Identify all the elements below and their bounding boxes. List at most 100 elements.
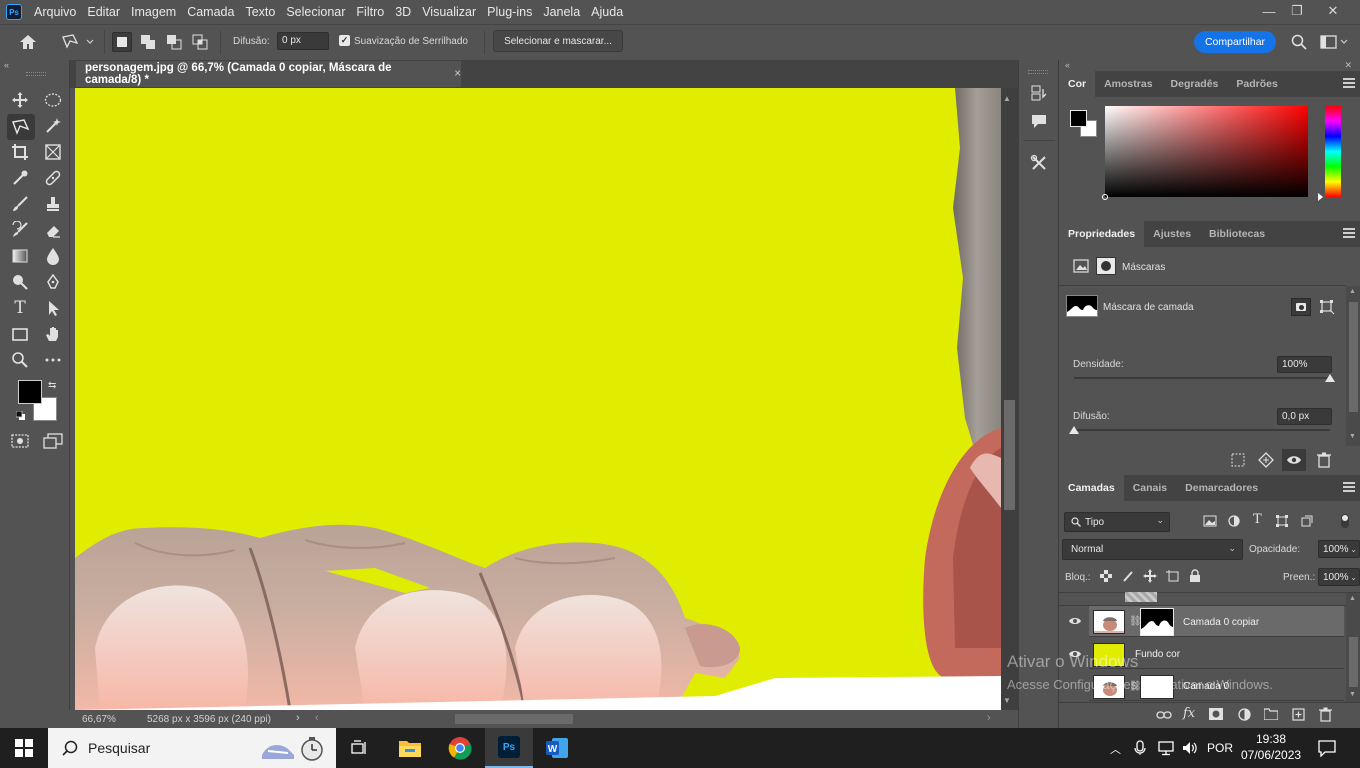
zoom-level[interactable]: 66,67% <box>82 714 116 725</box>
lock-image-pixels-icon[interactable] <box>1122 570 1134 585</box>
close-button[interactable]: ✕ <box>1316 0 1350 22</box>
layer-mask-thumbnail-row[interactable] <box>1140 608 1174 636</box>
add-to-selection-icon[interactable] <box>137 31 159 53</box>
share-button[interactable]: Compartilhar <box>1194 31 1276 53</box>
filter-pixel-layers-icon[interactable] <box>1203 515 1217 530</box>
tab-canais[interactable]: Canais <box>1124 475 1176 501</box>
status-menu-arrow-icon[interactable]: › <box>296 712 300 724</box>
zoom-tool-icon[interactable] <box>8 349 32 371</box>
new-layer-icon[interactable] <box>1292 708 1305 724</box>
scroll-up-icon[interactable]: ▲ <box>1003 94 1011 103</box>
collapse-right-panels-icon[interactable]: « <box>1065 60 1070 70</box>
menu-visualizar[interactable]: Visualizar <box>422 5 476 19</box>
vertical-scroll-thumb[interactable] <box>1004 400 1015 510</box>
task-view-icon[interactable] <box>336 728 384 768</box>
volume-icon[interactable] <box>1181 740 1199 759</box>
properties-panel-menu-icon[interactable] <box>1343 228 1355 240</box>
menu-plugins[interactable]: Plug-ins <box>487 5 532 19</box>
link-layers-icon[interactable] <box>1156 709 1172 724</box>
add-mask-icon[interactable] <box>1209 708 1223 723</box>
default-colors-icon[interactable] <box>15 410 26 424</box>
mask-properties-icon[interactable] <box>1096 257 1116 275</box>
swap-colors-icon[interactable]: ⇆ <box>48 380 56 391</box>
history-panel-icon[interactable] <box>1027 82 1051 104</box>
collapse-panel-icon[interactable]: « <box>4 60 9 70</box>
tab-cor[interactable]: Cor <box>1059 71 1096 97</box>
layer-visibility-eye-icon[interactable] <box>1068 616 1082 629</box>
move-tool-icon[interactable] <box>8 89 32 111</box>
fill-input[interactable]: 100% ⌄ <box>1318 568 1360 586</box>
file-explorer-icon[interactable] <box>386 728 434 768</box>
select-and-mask-button[interactable]: Selecionar e mascarar... <box>493 30 623 52</box>
network-icon[interactable] <box>1157 740 1175 759</box>
menu-arquivo[interactable]: Arquivo <box>34 5 76 19</box>
vertical-scrollbar[interactable]: ▲ ▼ <box>1001 88 1018 710</box>
tab-padroes[interactable]: Padrões <box>1227 71 1286 97</box>
scroll-left-icon[interactable]: ‹ <box>315 712 319 724</box>
close-right-panels-icon[interactable]: ✕ <box>1344 60 1352 71</box>
maximize-button[interactable]: ❐ <box>1280 0 1314 22</box>
color-field-picker[interactable] <box>1102 194 1108 200</box>
word-icon[interactable]: W <box>533 728 581 768</box>
menu-ajuda[interactable]: Ajuda <box>591 5 623 19</box>
clock[interactable]: 19:38 07/06/2023 <box>1241 731 1301 763</box>
menu-imagem[interactable]: Imagem <box>131 5 176 19</box>
horizontal-scroll-thumb[interactable] <box>455 714 573 724</box>
lock-transparent-pixels-icon[interactable] <box>1100 570 1112 585</box>
tool-presets-icon[interactable] <box>1027 152 1051 174</box>
menu-texto[interactable]: Texto <box>245 5 275 19</box>
lock-artboard-icon[interactable] <box>1166 570 1180 586</box>
frame-tool-icon[interactable] <box>41 141 65 163</box>
document-canvas[interactable] <box>75 88 1001 710</box>
more-tools-icon[interactable] <box>41 349 65 371</box>
layers-panel-menu-icon[interactable] <box>1343 482 1355 494</box>
photoshop-taskbar-icon[interactable]: Ps <box>485 728 533 768</box>
new-selection-icon[interactable] <box>111 31 133 53</box>
mask-feather-input[interactable]: 0,0 px <box>1277 408 1332 425</box>
tab-ajustes[interactable]: Ajustes <box>1144 221 1200 247</box>
antialias-checkbox[interactable]: ✓ <box>339 35 350 46</box>
properties-scrollbar[interactable]: ▲ ▼ <box>1346 286 1360 446</box>
tab-camadas[interactable]: Camadas <box>1059 475 1124 501</box>
gradient-tool-icon[interactable] <box>8 245 32 267</box>
home-icon[interactable] <box>17 31 39 53</box>
notifications-icon[interactable] <box>1318 739 1336 760</box>
menu-janela[interactable]: Janela <box>543 5 580 19</box>
hand-tool-icon[interactable] <box>41 323 65 345</box>
show-hidden-icons-icon[interactable]: ︿ <box>1110 741 1121 757</box>
history-brush-tool-icon[interactable] <box>8 219 32 241</box>
filter-type-layers-icon[interactable]: T <box>1253 512 1262 527</box>
eraser-tool-icon[interactable] <box>41 219 65 241</box>
filter-toggle-switch[interactable] <box>1341 514 1349 528</box>
crop-tool-icon[interactable] <box>8 141 32 163</box>
toggle-mask-visibility-icon[interactable] <box>1282 449 1306 471</box>
pen-tool-icon[interactable] <box>41 271 65 293</box>
opacity-input[interactable]: 100% ⌄ <box>1318 540 1360 558</box>
close-document-icon[interactable]: × <box>454 68 461 80</box>
scroll-right-icon[interactable]: › <box>987 712 991 724</box>
lock-position-icon[interactable] <box>1143 569 1157 586</box>
vector-mask-button[interactable] <box>1319 299 1335 318</box>
meet-now-icon[interactable] <box>1134 740 1148 759</box>
path-selection-tool-icon[interactable] <box>41 297 65 319</box>
layers-scrollbar[interactable]: ▲ ▼ <box>1346 593 1360 703</box>
eyedropper-tool-icon[interactable] <box>8 167 32 189</box>
workspace-icon[interactable] <box>1318 31 1352 53</box>
menu-editar[interactable]: Editar <box>87 5 120 19</box>
layer-mask-thumbnail[interactable] <box>1066 295 1098 317</box>
panel-grip[interactable] <box>26 72 46 76</box>
type-tool-icon[interactable]: T <box>8 297 32 319</box>
windows-start-icon[interactable] <box>0 728 48 768</box>
hue-slider[interactable] <box>1325 106 1341 197</box>
blend-mode-select[interactable]: Normal ⌄ <box>1062 539 1243 560</box>
polygonal-lasso-preset-icon[interactable] <box>58 31 98 53</box>
blur-tool-icon[interactable] <box>41 245 65 267</box>
color-panel-menu-icon[interactable] <box>1343 78 1355 90</box>
layer-thumbnail[interactable] <box>1093 610 1125 634</box>
load-selection-from-mask-icon[interactable] <box>1230 452 1246 471</box>
clone-stamp-tool-icon[interactable] <box>41 193 65 215</box>
delete-mask-icon[interactable] <box>1317 452 1331 471</box>
layer-filter-select[interactable]: Tipo ⌄ <box>1064 512 1170 532</box>
taskbar-search-box[interactable]: Pesquisar <box>48 728 336 768</box>
tab-bibliotecas[interactable]: Bibliotecas <box>1200 221 1274 247</box>
